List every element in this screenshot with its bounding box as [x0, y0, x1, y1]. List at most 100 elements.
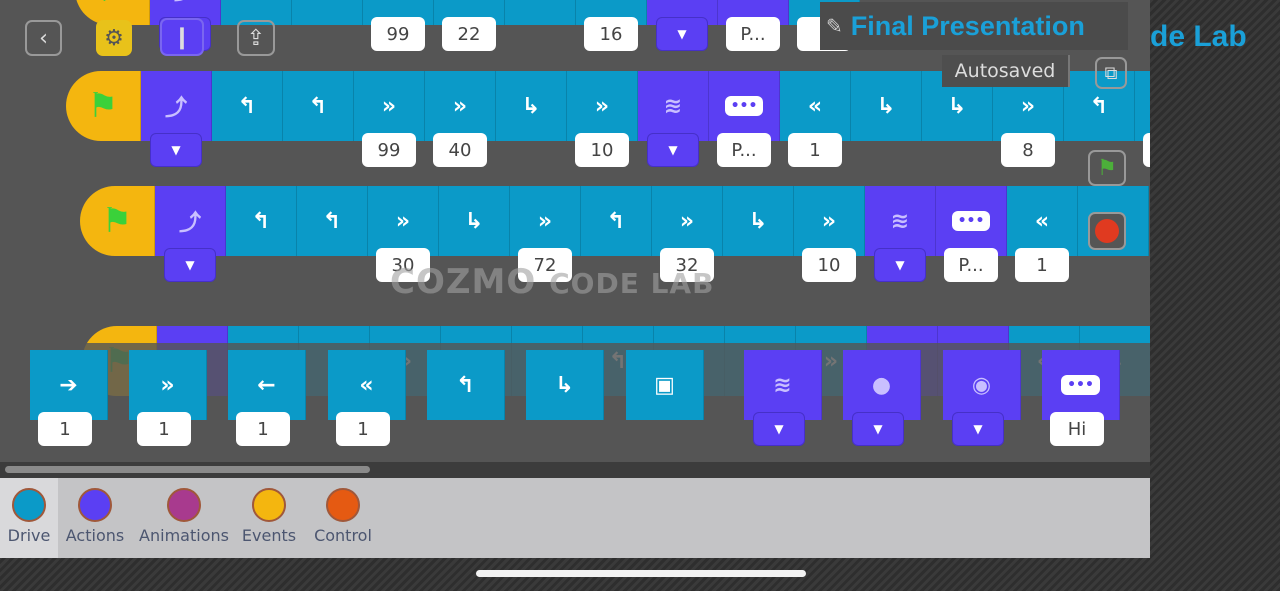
forward-fast-icon: » [537, 208, 553, 234]
event-block-flag[interactable]: ⚑ [80, 186, 155, 256]
dropdown-button[interactable]: ▼ [874, 248, 926, 282]
backward-fast-icon: « [1034, 208, 1050, 234]
dropdown-button[interactable]: ▼ [647, 133, 699, 167]
hint-button[interactable]: ⚙ [96, 20, 132, 56]
back-button[interactable]: ‹ [25, 20, 62, 56]
value-field[interactable]: 10 [802, 248, 856, 282]
value-field[interactable]: P... [726, 17, 780, 51]
value-field[interactable]: 10 [575, 133, 629, 167]
drive-block-turn-right[interactable]: ↳ [505, 0, 576, 25]
drive-block-forward-fast[interactable]: » [652, 186, 723, 256]
action-block-say[interactable]: ••• [709, 71, 780, 141]
drive-block-turn-right[interactable]: ↳ [439, 186, 510, 256]
drive-block-turn-left[interactable]: ↰ [581, 186, 652, 256]
turn-left-icon: ↰ [318, 0, 336, 3]
lift-icon: ⤴ [164, 96, 187, 121]
action-block-say[interactable]: ••• [1042, 350, 1120, 420]
drive-block-turn-right[interactable]: ↳ [526, 350, 604, 420]
project-title-box[interactable]: ✎ Final Presentation [820, 2, 1128, 50]
animation-icon: ≋ [673, 0, 691, 3]
value-field[interactable]: 99 [362, 133, 416, 167]
drive-block-turn-right[interactable]: ↳ [723, 186, 794, 256]
value-field[interactable] [1143, 133, 1150, 167]
drive-block-turn-left[interactable]: ↰ [297, 186, 368, 256]
drive-block-forward[interactable]: ➔ [30, 350, 108, 420]
value-field[interactable]: 1 [1015, 248, 1069, 282]
robot-button[interactable]: ❙ [160, 18, 204, 56]
forward-fast-icon: » [452, 93, 468, 119]
value-field[interactable]: Hi [1050, 412, 1104, 446]
dropdown-button[interactable]: ▼ [753, 412, 805, 446]
expand-button[interactable]: ⧉ [1095, 57, 1127, 89]
dropdown-button[interactable]: ▼ [150, 133, 202, 167]
drive-block-forward-fast[interactable]: » [368, 186, 439, 256]
scrollbar-thumb[interactable] [5, 466, 370, 473]
action-block-lift[interactable]: ⤴ [141, 71, 212, 141]
value-field[interactable]: 22 [442, 17, 496, 51]
forward-icon: ➔ [59, 372, 78, 398]
action-block-animation[interactable]: ≋ [744, 350, 822, 420]
drive-block-turn-right[interactable]: ↳ [851, 71, 922, 141]
stop-button[interactable] [1088, 212, 1126, 250]
value-field[interactable]: 1 [236, 412, 290, 446]
category-animations[interactable]: Animations [136, 478, 232, 558]
value-field[interactable]: 8 [1001, 133, 1055, 167]
drive-block-forward-fast[interactable]: » [567, 71, 638, 141]
drive-block-forward-fast[interactable]: » [354, 71, 425, 141]
dropdown-button[interactable]: ▼ [656, 17, 708, 51]
action-block-lift[interactable]: ⤴ [155, 186, 226, 256]
drive-block-backward-fast[interactable]: « [1007, 186, 1078, 256]
forward-fast-icon: » [594, 93, 610, 119]
drive-block-forward-fast[interactable]: » [129, 350, 207, 420]
turn-left-icon: ↰ [308, 93, 328, 119]
turn-right-icon: ↳ [876, 93, 896, 119]
category-control[interactable]: Control [308, 478, 378, 558]
drive-block-forward-fast[interactable]: » [425, 71, 496, 141]
forward-fast-icon: » [462, 0, 476, 3]
drive-block-turn-left[interactable]: ↰ [427, 350, 505, 420]
drive-block-turn-left[interactable]: ↰ [292, 0, 363, 25]
turn-right-icon: ↳ [555, 372, 574, 398]
value-field[interactable]: P... [717, 133, 771, 167]
turn-left-icon: ↰ [1089, 93, 1109, 119]
turn-left-icon: ↰ [247, 0, 265, 3]
value-field[interactable]: 1 [336, 412, 390, 446]
action-block-cube-lift[interactable]: ● [843, 350, 921, 420]
drive-block-backward-fast[interactable]: « [328, 350, 406, 420]
category-actions[interactable]: Actions [60, 478, 130, 558]
project-title[interactable]: Final Presentation [851, 11, 1085, 42]
category-events[interactable]: Events [238, 478, 300, 558]
drive-block-turn-left[interactable]: ↰ [212, 71, 283, 141]
value-field[interactable]: 40 [433, 133, 487, 167]
play-button[interactable]: ⚑ [1088, 150, 1126, 186]
drive-block-dock-cube[interactable]: ▣ [626, 350, 704, 420]
dropdown-button[interactable]: ▼ [952, 412, 1004, 446]
dropdown-button[interactable]: ▼ [852, 412, 904, 446]
share-button[interactable]: ⇪ [237, 20, 275, 56]
action-block-animation[interactable]: ≋ [638, 71, 709, 141]
value-field[interactable]: 1 [137, 412, 191, 446]
watermark: COZMO CODE LAB [390, 262, 715, 302]
drive-block-forward-fast[interactable]: » [794, 186, 865, 256]
action-block-say[interactable]: ••• [936, 186, 1007, 256]
event-block-flag[interactable]: ⚑ [66, 71, 141, 141]
action-block-face-alert[interactable]: ◉ [943, 350, 1021, 420]
value-field[interactable]: 16 [584, 17, 638, 51]
turn-left-icon: ↰ [456, 372, 475, 398]
backward-icon: ← [257, 372, 276, 398]
drive-block-forward-fast[interactable]: » [510, 186, 581, 256]
action-block-animation[interactable]: ≋ [865, 186, 936, 256]
turn-left-icon: ↰ [237, 93, 257, 119]
value-field[interactable]: 1 [788, 133, 842, 167]
drive-block-forward-fast[interactable]: » [1135, 71, 1150, 141]
drive-block-turn-right[interactable]: ↳ [496, 71, 567, 141]
drive-block-turn-left[interactable]: ↰ [226, 186, 297, 256]
drive-block-turn-left[interactable]: ↰ [283, 71, 354, 141]
value-field[interactable]: 1 [38, 412, 92, 446]
drive-block-backward[interactable]: ← [228, 350, 306, 420]
value-field[interactable]: P... [944, 248, 998, 282]
value-field[interactable]: 99 [371, 17, 425, 51]
dropdown-button[interactable]: ▼ [164, 248, 216, 282]
category-drive[interactable]: Drive [0, 478, 58, 558]
drive-block-backward-fast[interactable]: « [780, 71, 851, 141]
